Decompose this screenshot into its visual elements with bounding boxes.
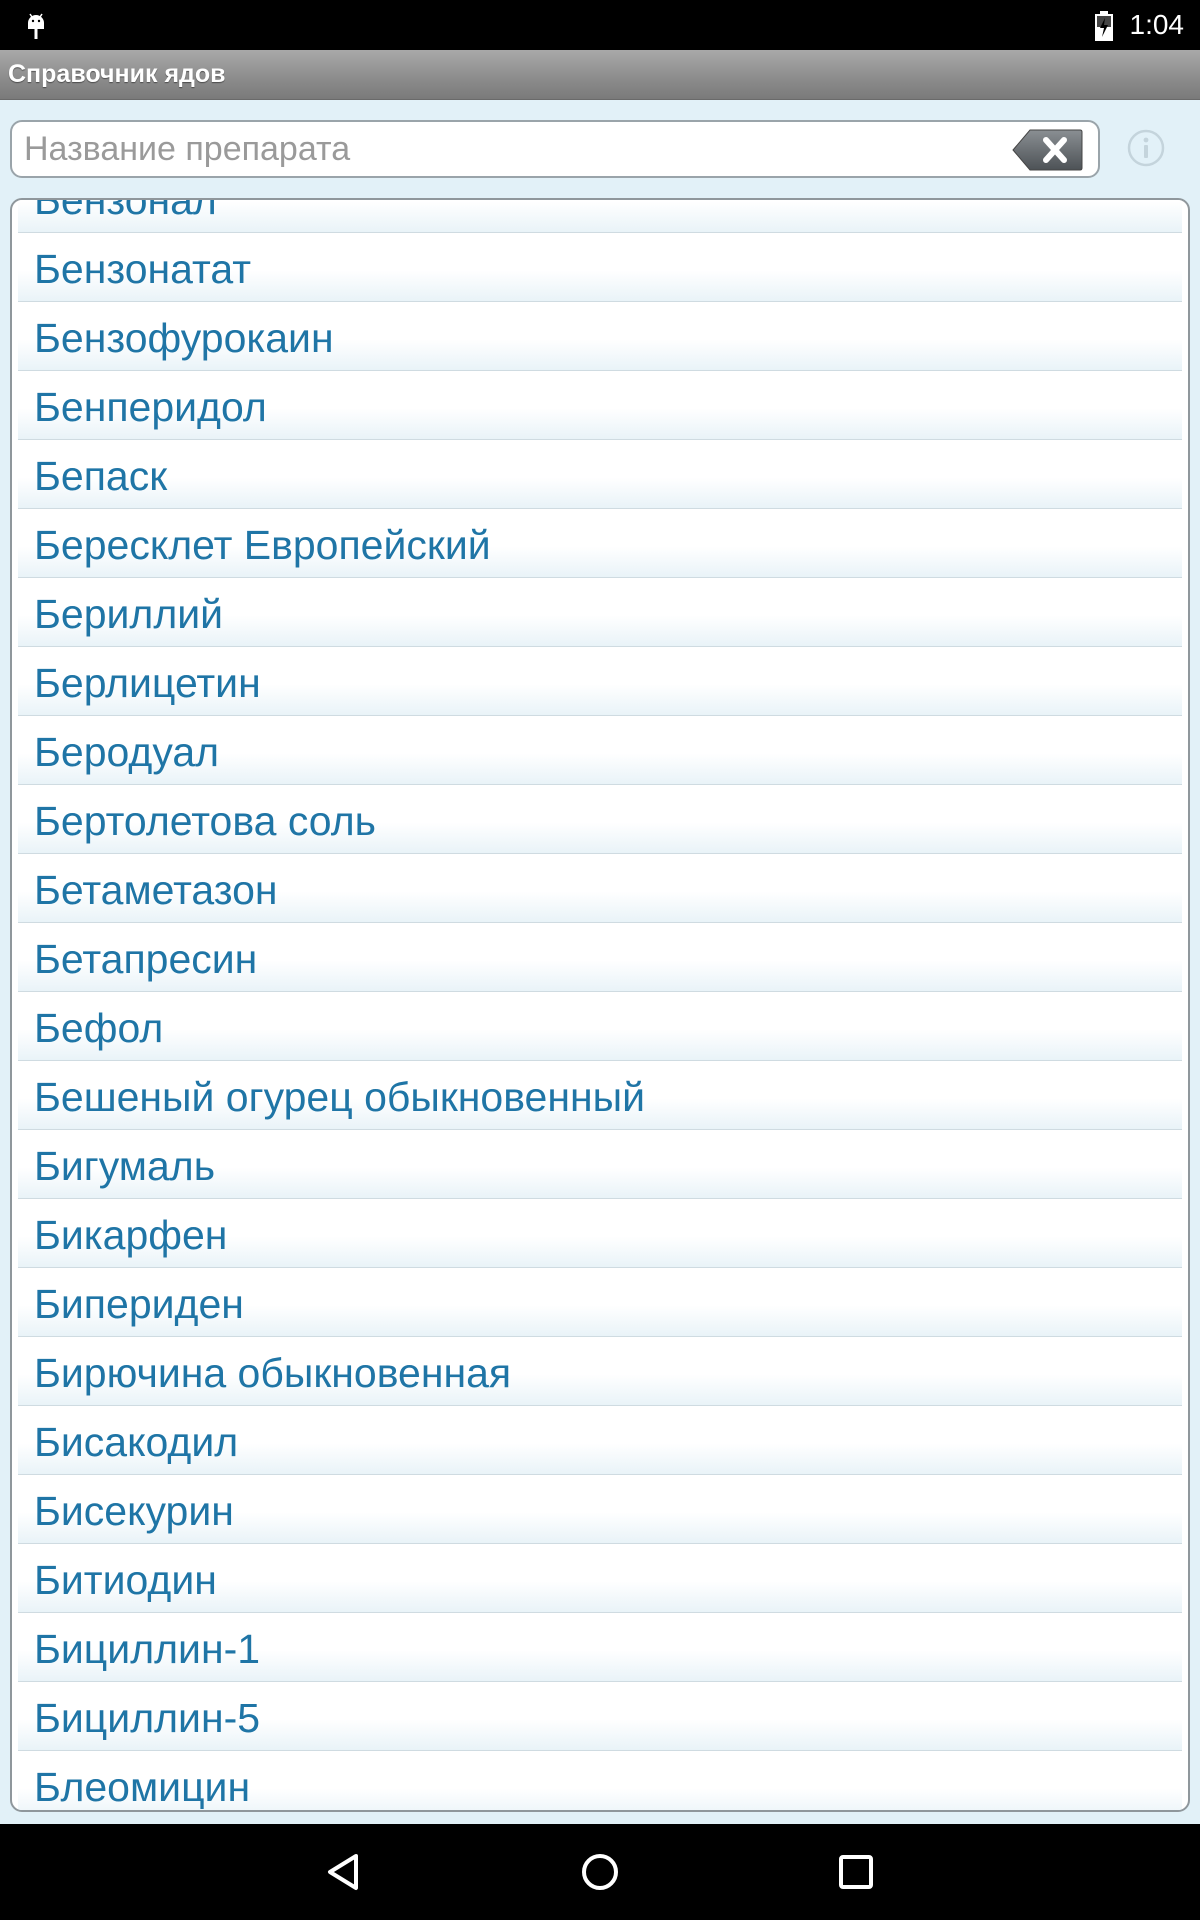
search-bar xyxy=(0,100,1200,195)
info-icon[interactable] xyxy=(1126,128,1166,168)
list-item[interactable]: Бенперидол xyxy=(18,371,1182,440)
list-item[interactable]: Бензофурокаин xyxy=(18,302,1182,371)
list-item-label: Битиодин xyxy=(34,1557,217,1603)
list-item-label: Бепаск xyxy=(34,453,168,499)
list-item-label: Бензонатат xyxy=(34,246,252,292)
list-item-label: Бетаметазон xyxy=(34,867,278,913)
list-item-label: Бензонал xyxy=(34,198,217,223)
app-title: Справочник ядов xyxy=(8,60,226,88)
list-item[interactable]: Бетапресин xyxy=(18,923,1182,992)
list-item-label: Бициллин-5 xyxy=(34,1695,261,1741)
list-item-label: Бефол xyxy=(34,1005,164,1051)
list-item[interactable]: Бикарфен xyxy=(18,1199,1182,1268)
list-item[interactable]: Бициллин-1 xyxy=(18,1613,1182,1682)
list-item[interactable]: Бициллин-5 xyxy=(18,1682,1182,1751)
android-notification-icon xyxy=(28,13,44,39)
list-item[interactable]: Бисакодил xyxy=(18,1406,1182,1475)
list-item-label: Бензофурокаин xyxy=(34,315,334,361)
back-icon[interactable] xyxy=(316,1844,372,1900)
list-item-label: Бериллий xyxy=(34,591,224,637)
list-item-label: Бетапресин xyxy=(34,936,258,982)
navigation-bar xyxy=(0,1824,1200,1920)
list-item[interactable]: Беродуал xyxy=(18,716,1182,785)
list-item[interactable]: Бирючина обыкновенная xyxy=(18,1337,1182,1406)
list-item-label: Бирючина обыкновенная xyxy=(34,1350,512,1396)
list-item-label: Бициллин-1 xyxy=(34,1626,261,1672)
app-screen: 1:04 Справочник ядов Название препарата … xyxy=(0,0,1200,1920)
list-item-label: Берлицетин xyxy=(34,660,261,706)
list-item[interactable]: Бересклет Европейский xyxy=(18,509,1182,578)
list-item[interactable]: Бериллий xyxy=(18,578,1182,647)
list-item[interactable]: Бензонатат xyxy=(18,233,1182,302)
list-item[interactable]: Бипериден xyxy=(18,1268,1182,1337)
poison-list-items: Бензонал Бензонатат Бензофурокаин Бенпер… xyxy=(18,198,1182,1810)
list-item-label: Бисекурин xyxy=(34,1488,234,1534)
status-clock: 1:04 xyxy=(1129,9,1185,40)
backspace-clear-icon[interactable] xyxy=(1010,127,1084,173)
list-item[interactable]: Бертолетова соль xyxy=(18,785,1182,854)
list-item[interactable]: Бигумаль xyxy=(18,1130,1182,1199)
recents-icon[interactable] xyxy=(828,1844,884,1900)
list-item-label: Бипериден xyxy=(34,1281,244,1327)
list-item-label: Бенперидол xyxy=(34,384,267,430)
list-item-label: Бикарфен xyxy=(34,1212,228,1258)
list-item[interactable]: Бензонал xyxy=(18,198,1182,233)
list-item[interactable]: Бепаск xyxy=(18,440,1182,509)
list-item-label: Бересклет Европейский xyxy=(34,522,491,568)
list-item[interactable]: Битиодин xyxy=(18,1544,1182,1613)
list-item-label: Бертолетова соль xyxy=(34,798,376,844)
list-item[interactable]: Блеомицин xyxy=(18,1751,1182,1810)
list-item-label: Бигумаль xyxy=(34,1143,216,1189)
list-item[interactable]: Бетаметазон xyxy=(18,854,1182,923)
list-item-label: Бешеный огурец обыкновенный xyxy=(34,1074,645,1120)
list-item-label: Бисакодил xyxy=(34,1419,239,1465)
poison-list[interactable]: Бензонал Бензонатат Бензофурокаин Бенпер… xyxy=(10,198,1190,1812)
search-input[interactable] xyxy=(24,127,1004,171)
list-item[interactable]: Бисекурин xyxy=(18,1475,1182,1544)
list-item[interactable]: Бешеный огурец обыкновенный xyxy=(18,1061,1182,1130)
search-box xyxy=(10,120,1100,178)
list-item[interactable]: Бефол xyxy=(18,992,1182,1061)
battery-charging-icon xyxy=(1095,11,1113,41)
list-item-label: Беродуал xyxy=(34,729,220,775)
list-item[interactable]: Берлицетин xyxy=(18,647,1182,716)
home-icon[interactable] xyxy=(572,1844,628,1900)
list-item-label: Блеомицин xyxy=(34,1764,251,1810)
app-title-bar: Справочник ядов xyxy=(0,50,1200,100)
status-bar: 1:04 xyxy=(0,0,1200,50)
